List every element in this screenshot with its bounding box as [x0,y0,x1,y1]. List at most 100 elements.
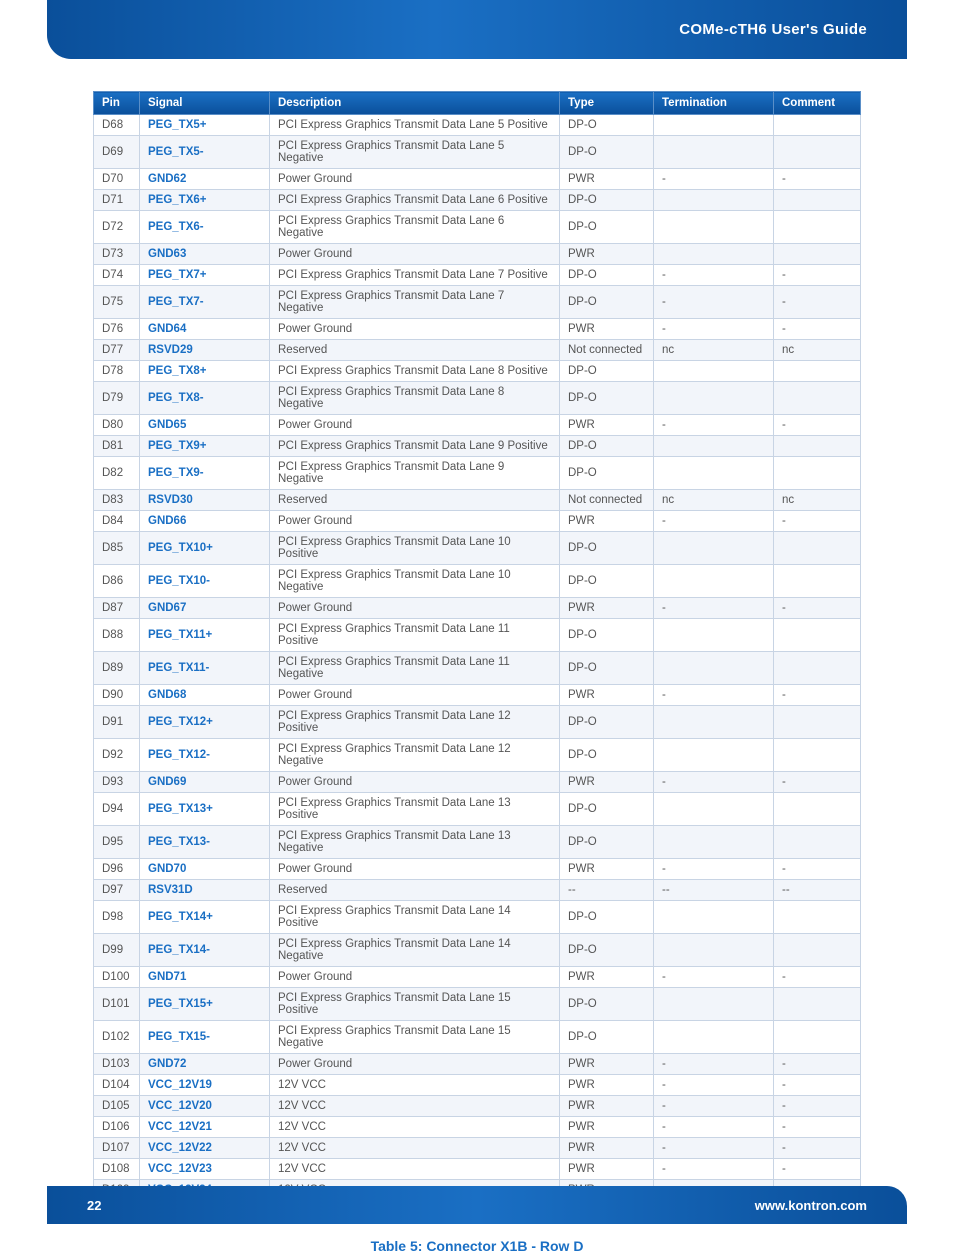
cell-signal: PEG_TX13+ [140,793,270,826]
cell-pin: D88 [94,619,140,652]
cell-pin: D82 [94,457,140,490]
cell-signal: VCC_12V22 [140,1138,270,1159]
cell-signal: PEG_TX9+ [140,436,270,457]
table-row: D92PEG_TX12-PCI Express Graphics Transmi… [94,739,861,772]
table-row: D98PEG_TX14+PCI Express Graphics Transmi… [94,901,861,934]
cell-comment: nc [774,490,861,511]
cell-description: PCI Express Graphics Transmit Data Lane … [270,436,560,457]
cell-signal: GND72 [140,1054,270,1075]
cell-comment: - [774,967,861,988]
cell-termination: - [654,265,774,286]
cell-comment [774,793,861,826]
cell-comment [774,652,861,685]
cell-type: PWR [560,415,654,436]
table-row: D101PEG_TX15+PCI Express Graphics Transm… [94,988,861,1021]
cell-signal: PEG_TX7- [140,286,270,319]
page-footer: 22 www.kontron.com [47,1186,907,1224]
cell-type: DP-O [560,826,654,859]
cell-termination [654,436,774,457]
cell-comment [774,706,861,739]
cell-comment [774,619,861,652]
cell-type: PWR [560,685,654,706]
cell-description: PCI Express Graphics Transmit Data Lane … [270,190,560,211]
cell-comment [774,1021,861,1054]
cell-comment: - [774,772,861,793]
table-row: D88PEG_TX11+PCI Express Graphics Transmi… [94,619,861,652]
table-row: D71PEG_TX6+PCI Express Graphics Transmit… [94,190,861,211]
cell-description: PCI Express Graphics Transmit Data Lane … [270,532,560,565]
table-row: D104VCC_12V1912V VCCPWR-- [94,1075,861,1096]
cell-termination: - [654,319,774,340]
cell-termination: - [654,859,774,880]
cell-comment: - [774,286,861,319]
cell-signal: VCC_12V21 [140,1117,270,1138]
cell-comment: nc [774,340,861,361]
col-header-pin: Pin [94,92,140,115]
cell-termination: - [654,1138,774,1159]
table-row: D103GND72Power GroundPWR-- [94,1054,861,1075]
cell-type: PWR [560,1054,654,1075]
cell-comment [774,988,861,1021]
cell-description: PCI Express Graphics Transmit Data Lane … [270,934,560,967]
cell-pin: D89 [94,652,140,685]
cell-comment: - [774,1117,861,1138]
cell-description: PCI Express Graphics Transmit Data Lane … [270,988,560,1021]
cell-signal: GND71 [140,967,270,988]
cell-description: 12V VCC [270,1096,560,1117]
cell-signal: GND62 [140,169,270,190]
table-row: D105VCC_12V2012V VCCPWR-- [94,1096,861,1117]
cell-termination: nc [654,490,774,511]
cell-comment [774,136,861,169]
table-row: D107VCC_12V2212V VCCPWR-- [94,1138,861,1159]
cell-description: PCI Express Graphics Transmit Data Lane … [270,1021,560,1054]
cell-pin: D92 [94,739,140,772]
cell-type: PWR [560,1117,654,1138]
cell-termination: -- [654,880,774,901]
cell-pin: D83 [94,490,140,511]
cell-description: PCI Express Graphics Transmit Data Lane … [270,382,560,415]
cell-pin: D100 [94,967,140,988]
cell-comment [774,244,861,265]
col-header-type: Type [560,92,654,115]
table-row: D108VCC_12V2312V VCCPWR-- [94,1159,861,1180]
cell-description: PCI Express Graphics Transmit Data Lane … [270,739,560,772]
cell-pin: D78 [94,361,140,382]
cell-type: DP-O [560,739,654,772]
cell-comment: - [774,265,861,286]
cell-pin: D87 [94,598,140,619]
cell-comment: - [774,1054,861,1075]
cell-description: Power Ground [270,169,560,190]
cell-description: PCI Express Graphics Transmit Data Lane … [270,361,560,382]
cell-pin: D99 [94,934,140,967]
cell-termination [654,211,774,244]
cell-type: PWR [560,1159,654,1180]
table-row: D73GND63Power GroundPWR [94,244,861,265]
table-row: D80GND65Power GroundPWR-- [94,415,861,436]
cell-signal: PEG_TX11+ [140,619,270,652]
cell-pin: D79 [94,382,140,415]
cell-comment [774,565,861,598]
cell-signal: PEG_TX14+ [140,901,270,934]
table-row: D102PEG_TX15-PCI Express Graphics Transm… [94,1021,861,1054]
cell-type: PWR [560,1075,654,1096]
cell-type: PWR [560,1138,654,1159]
cell-type: DP-O [560,382,654,415]
cell-description: Reserved [270,490,560,511]
cell-signal: GND67 [140,598,270,619]
cell-type: PWR [560,169,654,190]
cell-description: PCI Express Graphics Transmit Data Lane … [270,619,560,652]
cell-description: PCI Express Graphics Transmit Data Lane … [270,826,560,859]
table-row: D106VCC_12V2112V VCCPWR-- [94,1117,861,1138]
cell-pin: D98 [94,901,140,934]
cell-pin: D75 [94,286,140,319]
connector-table: Pin Signal Description Type Termination … [93,91,861,1222]
cell-pin: D68 [94,115,140,136]
cell-description: PCI Express Graphics Transmit Data Lane … [270,457,560,490]
table-row: D79PEG_TX8-PCI Express Graphics Transmit… [94,382,861,415]
cell-termination: nc [654,340,774,361]
cell-termination [654,136,774,169]
table-row: D84GND66Power GroundPWR-- [94,511,861,532]
cell-pin: D86 [94,565,140,598]
cell-type: DP-O [560,136,654,169]
cell-type: DP-O [560,436,654,457]
